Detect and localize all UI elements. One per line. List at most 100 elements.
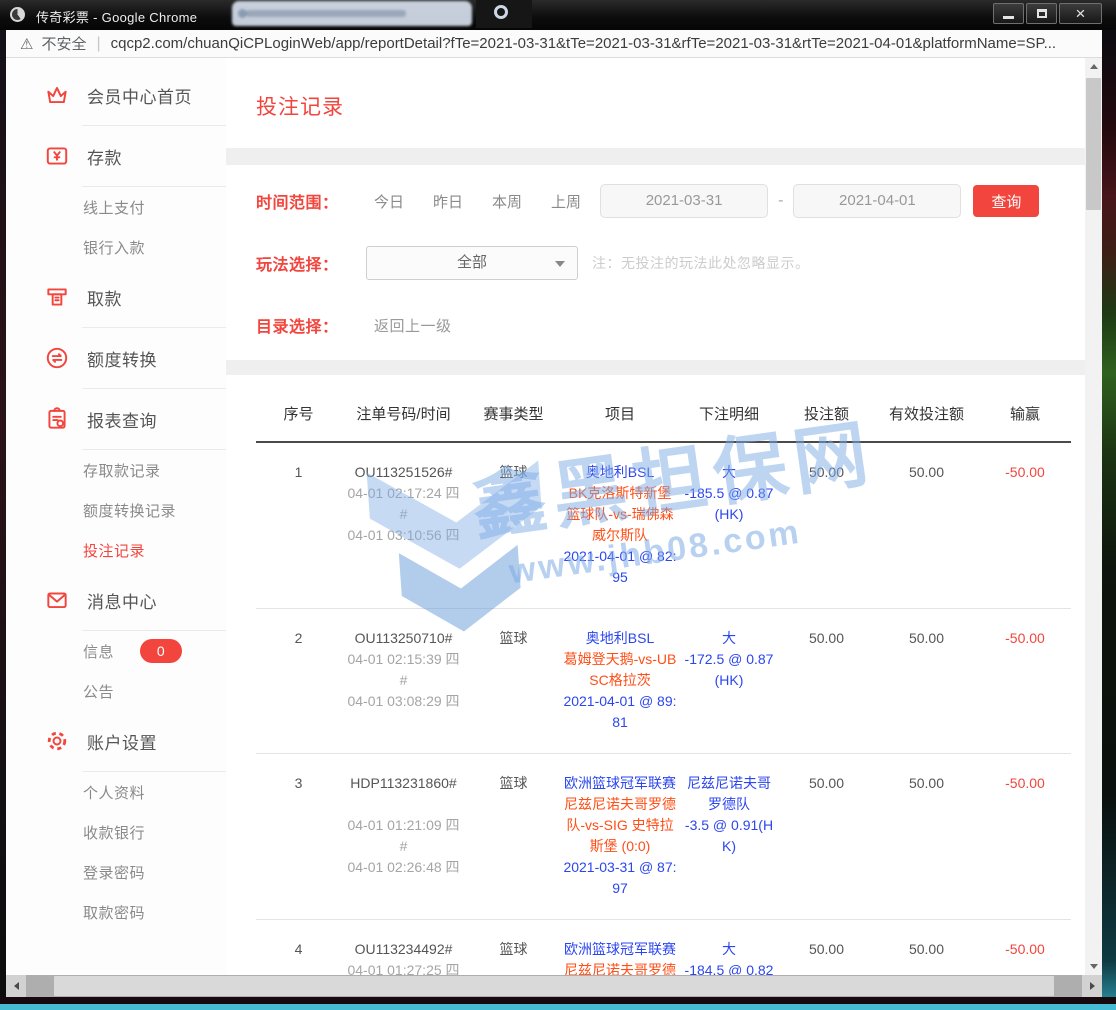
sidebar-item-messages[interactable]: 信息 0 [6, 631, 226, 671]
sidebar-item-bet-records[interactable]: 投注记录 [6, 530, 226, 570]
cell-sport-type: 篮球 [466, 442, 561, 609]
page-favicon-icon [10, 7, 25, 22]
settings-icon [44, 728, 70, 754]
sidebar-item-login-password[interactable]: 登录密码 [6, 852, 226, 892]
desktop-sliver-right [1102, 30, 1116, 1010]
cell-valid-bet-amount: 50.00 [874, 754, 979, 920]
message-count-badge: 0 [140, 639, 182, 663]
sidebar-item-deposit-withdraw-records[interactable]: 存取款记录 [6, 450, 226, 490]
table-body: 1 OU113251526#04-01 02:17:24 四#04-01 03:… [256, 442, 1071, 975]
maximize-button[interactable] [1026, 3, 1057, 24]
sidebar-item-label: 信息 [83, 641, 114, 662]
column-header: 有效投注额 [874, 403, 979, 442]
close-button[interactable]: × [1059, 3, 1102, 24]
column-header: 下注明细 [679, 403, 779, 442]
sidebar-item-bank-deposit[interactable]: 银行入款 [6, 227, 226, 267]
sidebar-item-message-center[interactable]: 消息中心 [6, 570, 226, 630]
cell-seq: 1 [256, 442, 341, 609]
vertical-scrollbar[interactable] [1085, 58, 1102, 975]
quick-filter-last-week[interactable]: 上周 [551, 191, 581, 212]
sidebar-item-deposit[interactable]: 存款 [6, 126, 226, 186]
search-button[interactable]: 查询 [973, 185, 1039, 217]
minimize-button[interactable] [993, 3, 1024, 24]
sidebar-item-label: 额度转换 [87, 346, 157, 371]
cell-bet-detail: 尼兹尼诺夫哥罗德队-3.5 @ 0.91(HK) [679, 754, 779, 920]
cell-win-loss: -50.00 [979, 754, 1071, 920]
horizontal-scrollbar[interactable] [6, 975, 1102, 997]
play-type-label: 玩法选择： [256, 251, 352, 275]
horizontal-scrollbar-thumb[interactable] [54, 976, 1054, 996]
main-content: 投注记录 时间范围： 今日 昨日 本周 上周 2021-03-31 - 2021… [226, 58, 1085, 975]
bet-records-table: 序号注单号码/时间赛事类型项目下注明细投注额有效投注额输赢 1 OU113251… [256, 403, 1071, 975]
table-header-row: 序号注单号码/时间赛事类型项目下注明细投注额有效投注额输赢 [256, 403, 1071, 442]
filter-card: 时间范围： 今日 昨日 本周 上周 2021-03-31 - 2021-04-0… [226, 165, 1085, 360]
date-to-input[interactable]: 2021-04-01 [793, 184, 961, 218]
cell-item: 欧洲篮球冠军联赛尼兹尼诺夫哥罗德队-vs-SIG 史特拉斯堡 (0:0)2021… [561, 754, 679, 920]
cell-sport-type: 篮球 [466, 609, 561, 754]
scroll-right-arrow[interactable] [1082, 975, 1102, 997]
play-type-selected-value: 全部 [457, 254, 487, 271]
sidebar-item-reports[interactable]: 报表查询 [6, 389, 226, 449]
page-title: 投注记录 [256, 91, 1085, 121]
cell-bet-amount: 50.00 [779, 609, 874, 754]
date-from-input[interactable]: 2021-03-31 [600, 184, 768, 218]
column-header: 注单号码/时间 [341, 403, 466, 442]
background-window-fragment [476, 0, 532, 28]
quick-filter-yesterday[interactable]: 昨日 [433, 191, 463, 212]
cell-bet-detail: 大-184.5 @ 0.82(HK) [679, 920, 779, 976]
taskbar-edge [0, 1004, 1116, 1010]
sidebar-item-label: 存款 [87, 144, 122, 169]
sidebar-item-online-payment[interactable]: 线上支付 [6, 187, 226, 227]
back-up-level-link[interactable]: 返回上一级 [374, 315, 452, 336]
play-type-select[interactable]: 全部 [366, 246, 578, 280]
cell-sport-type: 篮球 [466, 920, 561, 976]
sidebar-item-withdraw[interactable]: 取款 [6, 267, 226, 327]
time-range-label: 时间范围： [256, 189, 352, 213]
url-bar[interactable]: ⚠ 不安全 | cqcp2.com/chuanQiCPLoginWeb/app/… [6, 30, 1102, 58]
vertical-scrollbar-thumb[interactable] [1086, 78, 1101, 210]
withdraw-icon [44, 284, 70, 310]
sidebar-item-profile[interactable]: 个人资料 [6, 772, 226, 812]
cell-order-number-time: OU113250710#04-01 02:15:39 四#04-01 03:08… [341, 609, 466, 754]
background-tab-ghost [232, 1, 472, 26]
window-title: 传奇彩票 - Google Chrome [36, 7, 197, 26]
sidebar-item-member-home[interactable]: 会员中心首页 [6, 65, 226, 125]
cell-order-number-time: OU113234492#04-01 01:27:25 四#04-01 02:26… [341, 920, 466, 976]
sidebar-item-label: 取款 [87, 285, 122, 310]
sidebar-item-label: 会员中心首页 [87, 83, 192, 108]
cell-win-loss: -50.00 [979, 442, 1071, 609]
cell-win-loss: -50.00 [979, 609, 1071, 754]
cell-valid-bet-amount: 50.00 [874, 442, 979, 609]
sidebar: 会员中心首页 存款 线上支付 银行入款 取款 额度转换 报表查询 [6, 58, 226, 975]
sidebar-item-announcements[interactable]: 公告 [6, 671, 226, 711]
table-row: 1 OU113251526#04-01 02:17:24 四#04-01 03:… [256, 442, 1071, 609]
date-range-separator: - [778, 192, 783, 210]
sidebar-item-label: 账户设置 [87, 729, 157, 754]
report-icon [44, 406, 70, 432]
sidebar-item-transfer-records[interactable]: 额度转换记录 [6, 490, 226, 530]
table-row: 4 OU113234492#04-01 01:27:25 四#04-01 02:… [256, 920, 1071, 976]
column-header: 赛事类型 [466, 403, 561, 442]
sidebar-item-label: 报表查询 [87, 407, 157, 432]
play-type-note: 注：无投注的玩法此处忽略显示。 [592, 253, 810, 273]
chevron-down-icon [555, 261, 565, 267]
cell-bet-detail: 大-185.5 @ 0.87(HK) [679, 442, 779, 609]
maximize-icon [1037, 9, 1047, 18]
transfer-icon [44, 345, 70, 371]
sidebar-item-receiving-bank[interactable]: 收款银行 [6, 812, 226, 852]
quick-filter-this-week[interactable]: 本周 [492, 191, 522, 212]
quick-filter-today[interactable]: 今日 [374, 191, 404, 212]
deposit-icon [44, 143, 70, 169]
scroll-up-arrow[interactable] [1085, 58, 1102, 75]
sidebar-item-withdraw-password[interactable]: 取款密码 [6, 892, 226, 932]
cell-sport-type: 篮球 [466, 754, 561, 920]
sidebar-item-account-settings[interactable]: 账户设置 [6, 711, 226, 771]
minimize-icon [1003, 16, 1014, 19]
cell-seq: 4 [256, 920, 341, 976]
sidebar-item-quota-transfer[interactable]: 额度转换 [6, 328, 226, 388]
column-header: 输赢 [979, 403, 1071, 442]
cell-valid-bet-amount: 50.00 [874, 920, 979, 976]
scroll-down-arrow[interactable] [1085, 958, 1102, 975]
cell-order-number-time: OU113251526#04-01 02:17:24 四#04-01 03:10… [341, 442, 466, 609]
scroll-left-arrow[interactable] [6, 975, 26, 997]
